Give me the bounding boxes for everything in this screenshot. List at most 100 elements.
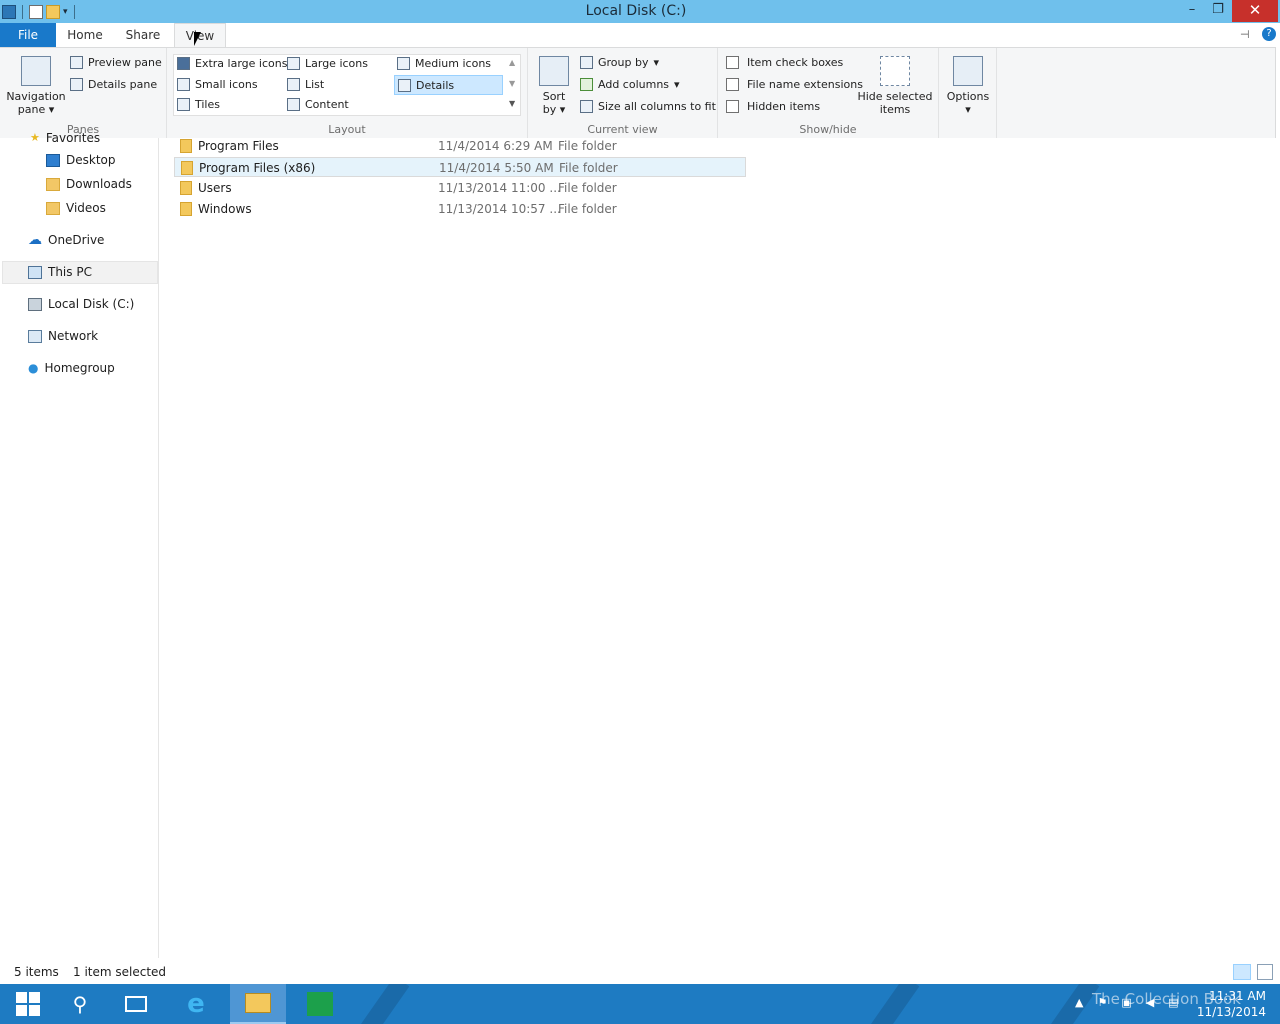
item-check-boxes-toggle[interactable]: Item check boxes <box>726 56 843 69</box>
current-view-group: Sort by ▾ Group by ▾ Add columns ▾ Size … <box>528 48 718 138</box>
computer-icon <box>28 265 42 279</box>
nav-desktop[interactable]: Desktop <box>46 150 116 170</box>
cloud-icon: ☁ <box>28 232 42 248</box>
hide-selected-icon <box>880 56 910 86</box>
file-name-extensions-toggle[interactable]: File name extensions <box>726 78 863 91</box>
status-bar: 5 items 1 item selected <box>0 961 1280 983</box>
hide-selected-items-button[interactable]: Hide selected items <box>856 56 934 116</box>
details-icon <box>398 78 411 92</box>
large-icons-option[interactable]: Large icons <box>287 57 368 70</box>
start-button[interactable] <box>0 984 56 1024</box>
navigation-pane-icon <box>21 56 51 86</box>
navigation-pane: ★ Favorites Desktop Downloads Videos ☁ O… <box>0 131 159 958</box>
list-option[interactable]: List <box>287 78 324 91</box>
panes-group: Navigation pane ▾ Preview pane Details p… <box>0 48 167 138</box>
taskbar: ⚲ e The Collection Book ▲⚑▣◀▤ 11:31 AM 1… <box>0 984 1280 1024</box>
minimize-button[interactable]: – <box>1178 0 1206 22</box>
sort-by-button[interactable]: Sort by ▾ <box>536 56 572 116</box>
help-icon[interactable]: ? <box>1262 27 1276 41</box>
mouse-cursor-icon <box>194 32 201 46</box>
search-button[interactable]: ⚲ <box>52 984 108 1024</box>
nav-homegroup[interactable]: ● Homegroup <box>28 358 115 378</box>
layout-group-label: Layout <box>328 123 366 136</box>
store-button[interactable] <box>292 984 348 1024</box>
clock-time: 11:31 AM <box>1209 989 1266 1003</box>
wallpaper-stripe <box>858 984 920 1024</box>
task-view-button[interactable] <box>108 984 164 1024</box>
navigation-pane-button[interactable]: Navigation pane ▾ <box>6 56 66 116</box>
star-icon: ★ <box>30 131 40 144</box>
file-name-extensions-checkbox[interactable] <box>726 78 739 91</box>
content-option[interactable]: Content <box>287 98 349 111</box>
gallery-expand-icon[interactable]: ▼ <box>509 99 515 108</box>
large-icons-view-icon[interactable] <box>1257 964 1273 980</box>
nav-this-pc[interactable]: This PC <box>28 262 92 282</box>
drive-icon <box>28 297 42 311</box>
size-columns-icon <box>580 100 593 113</box>
nav-videos[interactable]: Videos <box>46 198 106 218</box>
homegroup-icon: ● <box>28 361 39 375</box>
gallery-scroll-down-icon[interactable]: ▼ <box>509 79 515 88</box>
videos-icon <box>46 201 60 215</box>
file-explorer-button[interactable] <box>230 984 286 1024</box>
content-icon <box>287 98 300 111</box>
windows-logo-icon <box>16 992 40 1016</box>
details-pane-button[interactable]: Details pane <box>70 78 157 91</box>
size-all-columns-button[interactable]: Size all columns to fit <box>580 100 716 113</box>
clock[interactable]: 11:31 AM 11/13/2014 <box>1197 988 1266 1020</box>
hidden-items-toggle[interactable]: Hidden items <box>726 100 820 113</box>
file-explorer-icon <box>245 993 271 1013</box>
close-button[interactable]: ✕ <box>1232 0 1278 22</box>
details-view-icon[interactable] <box>1233 964 1251 980</box>
current-view-group-label: Current view <box>587 123 658 136</box>
folder-icon <box>180 202 192 216</box>
nav-local-disk[interactable]: Local Disk (C:) <box>28 294 134 314</box>
nav-onedrive[interactable]: ☁ OneDrive <box>28 230 104 250</box>
window-title: Local Disk (C:) <box>585 3 687 19</box>
preview-pane-button[interactable]: Preview pane <box>70 56 162 69</box>
task-view-icon <box>125 996 147 1012</box>
large-icons-icon <box>287 57 300 70</box>
folder-icon <box>181 161 193 175</box>
details-option[interactable]: Details <box>394 75 503 95</box>
store-icon <box>307 992 333 1016</box>
tiles-icon <box>177 98 190 111</box>
show-hide-group-label: Show/hide <box>799 123 857 136</box>
table-row[interactable]: Windows 11/13/2014 10:57 ... File folder <box>174 199 746 219</box>
options-button[interactable]: Options ▾ <box>943 56 993 116</box>
medium-icons-icon <box>397 57 410 70</box>
wallpaper-stripe <box>348 984 410 1024</box>
gallery-scroll-up-icon[interactable]: ▲ <box>509 58 515 67</box>
item-check-boxes-checkbox[interactable] <box>726 56 739 69</box>
add-columns-button[interactable]: Add columns ▾ <box>580 78 680 91</box>
medium-icons-option[interactable]: Medium icons <box>397 57 491 70</box>
layout-group: Extra large icons Large icons Medium ico… <box>167 48 528 138</box>
preview-pane-icon <box>70 56 83 69</box>
add-columns-icon <box>580 78 593 91</box>
table-row[interactable]: Users 11/13/2014 11:00 ... File folder <box>174 178 746 198</box>
table-row[interactable]: Program Files 11/4/2014 6:29 AM File fol… <box>174 136 746 156</box>
maximize-button[interactable]: ❐ <box>1204 0 1232 22</box>
search-icon: ⚲ <box>72 992 88 1016</box>
group-by-button[interactable]: Group by ▾ <box>580 56 659 69</box>
tab-share[interactable]: Share <box>118 23 168 47</box>
folder-icon <box>180 139 192 153</box>
table-row[interactable]: Program Files (x86) 11/4/2014 5:50 AM Fi… <box>174 157 746 177</box>
tab-file[interactable]: File <box>0 23 56 47</box>
selection-count: 1 item selected <box>73 965 167 979</box>
small-icons-option[interactable]: Small icons <box>177 78 258 91</box>
file-list: Program Files 11/4/2014 6:29 AM File fol… <box>159 138 1280 958</box>
nav-favorites[interactable]: ★ Favorites <box>30 128 100 148</box>
nav-downloads[interactable]: Downloads <box>46 174 132 194</box>
desktop-icon <box>46 153 60 167</box>
extra-large-icons-option[interactable]: Extra large icons <box>177 57 287 70</box>
tiles-option[interactable]: Tiles <box>177 98 220 111</box>
internet-explorer-button[interactable]: e <box>168 984 224 1024</box>
pin-ribbon-icon[interactable]: ⊣ <box>1240 28 1250 41</box>
tab-home[interactable]: Home <box>60 23 110 47</box>
hidden-items-checkbox[interactable] <box>726 100 739 113</box>
group-by-icon <box>580 56 593 69</box>
tray-icons: ▲⚑▣◀▤ <box>1075 996 1193 1009</box>
nav-network[interactable]: Network <box>28 326 98 346</box>
show-hide-group: Item check boxes File name extensions Hi… <box>718 48 939 138</box>
